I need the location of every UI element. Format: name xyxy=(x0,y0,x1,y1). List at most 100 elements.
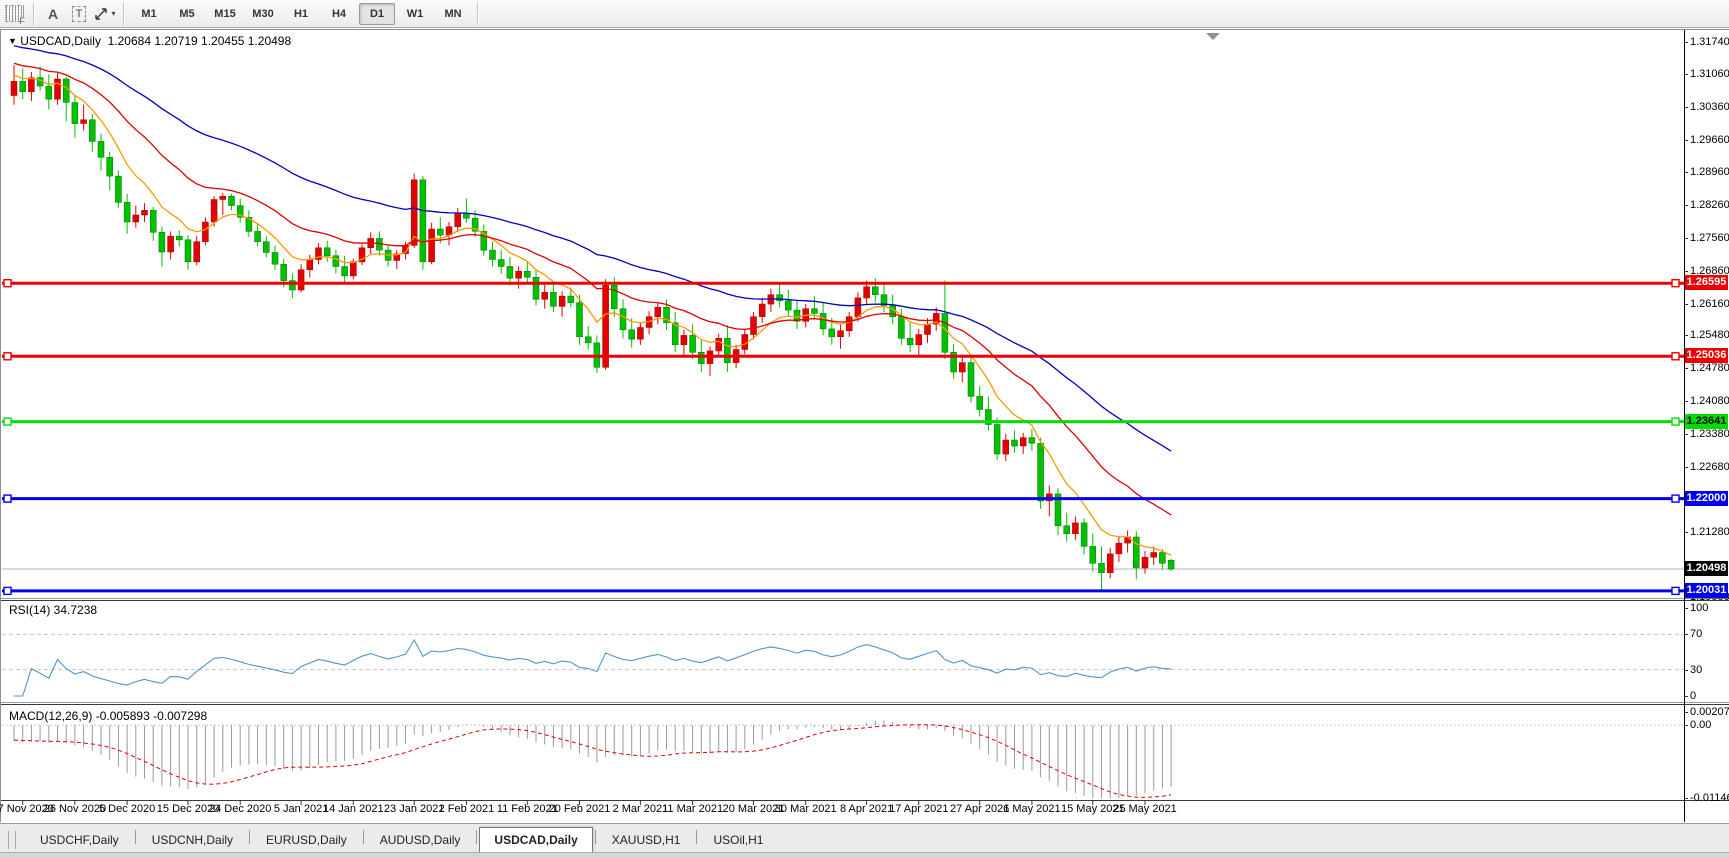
chart-canvas[interactable] xyxy=(0,30,1729,822)
timeframe-button-W1[interactable]: W1 xyxy=(397,3,433,25)
price-tick-mark xyxy=(1684,401,1688,402)
price-tick-mark xyxy=(1684,532,1688,533)
toolbar-separator xyxy=(33,3,35,25)
price-tick-label: 1.24080 xyxy=(1690,394,1729,408)
tab-bar-grip[interactable] xyxy=(8,831,16,849)
diagonal-arrows-icon xyxy=(94,7,109,21)
timeframe-button-MN[interactable]: MN xyxy=(435,3,471,25)
hline-handle xyxy=(4,353,11,360)
chart-tab-USDCHF-Daily[interactable]: USDCHF,Daily xyxy=(26,829,133,852)
chart-ohlc-values: 1.20684 1.20719 1.20455 1.20498 xyxy=(108,34,292,48)
date-label: 26 Nov 2020 xyxy=(44,803,106,815)
price-tick-label: 1.28960 xyxy=(1690,165,1729,179)
dock-grip-icon[interactable]: F xyxy=(5,5,24,22)
rsi-tick-label: 100 xyxy=(1690,601,1708,615)
timeframe-button-M15[interactable]: M15 xyxy=(207,3,243,25)
hline-handle xyxy=(1672,587,1679,594)
price-tick-mark xyxy=(1684,368,1688,369)
rsi-indicator-label: RSI(14) 34.7238 xyxy=(9,603,97,617)
date-label: 11 Mar 2021 xyxy=(662,803,723,815)
date-label: 8 Apr 2021 xyxy=(840,803,893,815)
chart-tab-XAUUSD-H1[interactable]: XAUUSD,H1 xyxy=(598,829,695,852)
price-tick-mark xyxy=(1684,172,1688,173)
text-tool-button[interactable]: T xyxy=(67,2,91,26)
font-tool-button[interactable]: A xyxy=(41,2,65,26)
date-label: 2 Feb 2021 xyxy=(439,803,495,815)
macd-tick-mark xyxy=(1684,725,1688,726)
timeframe-button-D1[interactable]: D1 xyxy=(359,3,395,25)
price-tick-label: 1.22680 xyxy=(1690,460,1729,474)
price-tick-mark xyxy=(1684,205,1688,206)
date-label: 27 Apr 2021 xyxy=(950,803,1009,815)
toolbar-separator xyxy=(123,3,125,25)
chart-background xyxy=(0,30,1729,822)
timeframe-button-M5[interactable]: M5 xyxy=(169,3,205,25)
price-badge-1.25036: 1.25036 xyxy=(1685,348,1728,363)
date-label: 20 Feb 2021 xyxy=(549,803,611,815)
price-badge-1.20498: 1.20498 xyxy=(1685,561,1728,576)
chart-tab-USDCNH-Daily[interactable]: USDCNH,Daily xyxy=(138,829,247,852)
date-label: 30 Mar 2021 xyxy=(775,803,837,815)
date-label: 24 Dec 2020 xyxy=(209,803,271,815)
price-tick-label: 1.27560 xyxy=(1690,231,1729,245)
tab-separator xyxy=(249,830,250,844)
macd-tick-mark xyxy=(1684,798,1688,799)
price-tick-mark xyxy=(1684,42,1688,43)
cursor-tool-button[interactable]: ▾ xyxy=(93,2,117,26)
rsi-tick-mark xyxy=(1684,634,1688,635)
date-label: 25 May 2021 xyxy=(1113,803,1177,815)
bottom-scrollbar[interactable] xyxy=(0,852,1729,858)
toolbar-separator xyxy=(477,3,479,25)
price-tick-mark xyxy=(1684,467,1688,468)
collapse-triangle-icon[interactable]: ▼ xyxy=(8,36,17,46)
price-tick-label: 1.26160 xyxy=(1690,297,1729,311)
timeframe-button-H4[interactable]: H4 xyxy=(321,3,357,25)
price-tick-label: 1.31060 xyxy=(1690,67,1729,81)
timeframe-button-M1[interactable]: M1 xyxy=(131,3,167,25)
macd-tick-mark xyxy=(1684,712,1688,713)
chart-tab-USOil-H1[interactable]: USOil,H1 xyxy=(699,829,777,852)
chart-title: ▼ USDCAD,Daily 1.20684 1.20719 1.20455 1… xyxy=(8,34,291,48)
tab-separator xyxy=(363,830,364,844)
macd-tick-label: -0.011462 xyxy=(1690,791,1729,805)
hline-handle xyxy=(4,495,11,502)
hline-handle xyxy=(1672,280,1679,287)
rsi-tick-label: 70 xyxy=(1690,627,1702,641)
timeframe-button-M30[interactable]: M30 xyxy=(245,3,281,25)
price-tick-mark xyxy=(1684,74,1688,75)
price-badge-1.26595: 1.26595 xyxy=(1685,275,1728,290)
rsi-tick-label: 0 xyxy=(1690,689,1696,703)
date-label: 5 Dec 2020 xyxy=(99,803,155,815)
chart-tab-bar: USDCHF,DailyUSDCNH,DailyEURUSD,DailyAUDU… xyxy=(0,823,1729,852)
hline-handle xyxy=(4,587,11,594)
rsi-tick-mark xyxy=(1684,670,1688,671)
price-badge-1.20031: 1.20031 xyxy=(1685,583,1728,598)
tab-separator xyxy=(476,830,477,844)
top-toolbar: F A T ▾ M1M5M15M30H1H4D1W1MN xyxy=(0,0,1729,28)
hline-handle xyxy=(1672,495,1679,502)
price-tick-mark xyxy=(1684,304,1688,305)
chart-symbol: USDCAD,Daily xyxy=(20,34,101,48)
chevron-down-icon: ▾ xyxy=(111,9,115,18)
macd-tick-label: 0.00 xyxy=(1690,718,1711,732)
date-label: 17 Apr 2021 xyxy=(889,803,948,815)
chart-tab-EURUSD-Daily[interactable]: EURUSD,Daily xyxy=(252,829,361,852)
dock-grip-label: F xyxy=(20,17,26,26)
rsi-tick-label: 30 xyxy=(1690,663,1702,677)
price-tick-mark xyxy=(1684,271,1688,272)
price-tick-label: 1.25480 xyxy=(1690,328,1729,342)
price-tick-mark xyxy=(1684,335,1688,336)
price-tick-label: 1.23380 xyxy=(1690,427,1729,441)
chart-tab-AUDUSD-Daily[interactable]: AUDUSD,Daily xyxy=(366,829,475,852)
price-tick-label: 1.31740 xyxy=(1690,35,1729,49)
hline-handle xyxy=(4,418,11,425)
timeframe-button-H1[interactable]: H1 xyxy=(283,3,319,25)
date-label: 23 Jan 2021 xyxy=(384,803,445,815)
rsi-tick-mark xyxy=(1684,696,1688,697)
chart-tab-USDCAD-Daily[interactable]: USDCAD,Daily xyxy=(479,827,592,852)
date-label: 14 Jan 2021 xyxy=(323,803,384,815)
tab-separator xyxy=(696,830,697,844)
date-label: 5 Jan 2021 xyxy=(274,803,328,815)
price-tick-label: 1.29660 xyxy=(1690,133,1729,147)
date-label: 6 May 2021 xyxy=(1003,803,1060,815)
